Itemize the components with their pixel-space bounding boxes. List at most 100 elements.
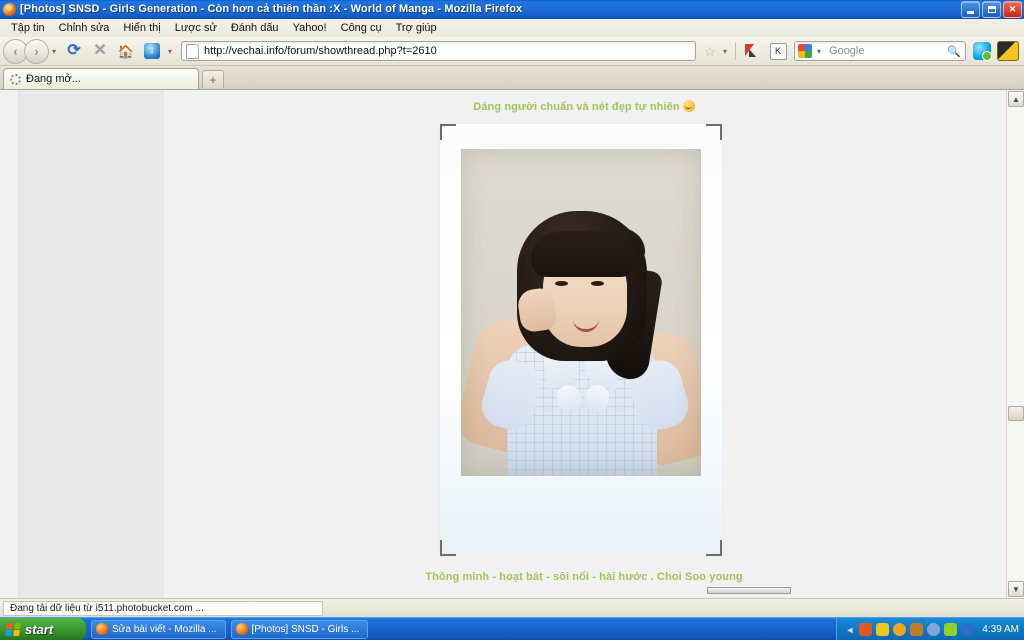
window-title: [Photos] SNSD - Girls Generation - Còn h… <box>20 3 523 15</box>
menu-item-bookmarks[interactable]: Đánh dấu <box>224 20 286 36</box>
tab-bar: Đang mở... + <box>0 66 1024 90</box>
scroll-down-button[interactable]: ▼ <box>1008 581 1024 597</box>
photo-corner-bottom-right-icon <box>706 540 722 556</box>
photo-hand <box>516 286 558 334</box>
new-tab-button[interactable]: + <box>202 70 224 88</box>
bookmark-star-button[interactable]: ☆ <box>700 45 720 58</box>
update-icon[interactable] <box>961 623 975 636</box>
caption-bottom: Thông minh - hoạt bát - sôi nổi - hài hư… <box>425 571 743 583</box>
search-icon[interactable]: 🔍 <box>947 45 961 58</box>
window-controls: ✕ <box>961 1 1022 18</box>
menu-item-edit[interactable]: Chỉnh sửa <box>52 20 117 36</box>
photo-corner-bottom-left-icon <box>440 540 456 556</box>
kaspersky-button[interactable]: K <box>766 39 790 63</box>
caption-top: Dáng người chuẩn và nét đẹp tự nhiên <box>164 100 1004 113</box>
k-icon: K <box>769 42 787 60</box>
download-manager-icon[interactable] <box>910 623 924 636</box>
scroll-up-button[interactable]: ▲ <box>1008 91 1024 107</box>
reload-icon: ⟳ <box>67 42 81 59</box>
skype-button[interactable] <box>970 39 994 63</box>
photo-corner-top-right-icon <box>706 124 722 140</box>
system-clock[interactable]: 4:39 AM <box>982 624 1019 635</box>
page-sidebar-block <box>18 90 165 598</box>
inner-horizontal-scrollbar[interactable] <box>707 587 791 594</box>
taskbar-window-1-label: Sửa bài viết - Mozilla ... <box>112 623 217 635</box>
firefox-icon <box>96 623 108 635</box>
menu-item-view[interactable]: Hiển thị <box>116 20 167 36</box>
vertical-scrollbar[interactable]: ▲ ▼ <box>1006 90 1024 598</box>
menu-item-help[interactable]: Trợ giúp <box>389 20 444 36</box>
status-text: Đang tải dữ liệu từ i511.photobucket.com… <box>3 600 323 616</box>
smiley-emoticon-icon <box>682 100 695 112</box>
star-icon: ☆ <box>704 43 716 59</box>
close-icon: ✕ <box>1008 4 1017 14</box>
extension-icon <box>997 41 1019 61</box>
caption-top-text: Dáng người chuẩn và nét đẹp tự nhiên <box>473 101 680 113</box>
star-dropdown-button[interactable]: ▾ <box>723 47 727 56</box>
windows-logo-icon <box>5 622 21 636</box>
taskbar: start Sửa bài viết - Mozilla ... [Photos… <box>0 617 1024 640</box>
taskbar-window-2[interactable]: [Photos] SNSD - Girls ... <box>230 619 369 639</box>
toolbar-separator <box>735 42 736 60</box>
search-engine-dropdown[interactable]: ▾ <box>817 47 821 56</box>
photo-bow <box>557 385 609 415</box>
firefox-icon <box>3 2 16 16</box>
minimize-button[interactable] <box>961 1 980 18</box>
forward-button[interactable]: › <box>24 38 49 64</box>
address-bar[interactable]: http://vechai.info/forum/showthread.php?… <box>181 41 696 61</box>
page-content-column: Dáng người chuẩn và nét đẹp tự nhiên Thô… <box>164 90 1004 598</box>
start-button[interactable]: start <box>0 617 86 640</box>
menu-item-tools[interactable]: Công cụ <box>334 20 389 36</box>
photo-image[interactable] <box>461 149 701 476</box>
chevron-right-icon: › <box>34 43 39 59</box>
search-bar[interactable]: ▾ Google 🔍 <box>794 41 966 61</box>
firefox-flag-icon <box>745 44 759 58</box>
window-titlebar: [Photos] SNSD - Girls Generation - Còn h… <box>0 0 1024 19</box>
page-favicon <box>186 43 200 59</box>
menu-item-file[interactable]: Tập tin <box>4 20 52 36</box>
antivirus-icon[interactable] <box>944 623 958 636</box>
desktop-root: [Photos] SNSD - Girls Generation - Còn h… <box>0 0 1024 640</box>
search-input[interactable]: Google <box>826 45 947 57</box>
extension-button[interactable] <box>996 39 1020 63</box>
skype-icon <box>973 42 992 61</box>
firefox-icon <box>235 623 248 635</box>
polaroid-frame <box>440 124 722 556</box>
menu-item-yahoo[interactable]: Yahoo! <box>286 20 334 36</box>
restore-button[interactable] <box>982 1 1001 18</box>
tab-active[interactable]: Đang mở... <box>3 68 199 89</box>
stop-icon: ✕ <box>93 42 107 59</box>
content-viewport: Dáng người chuẩn và nét đẹp tự nhiên Thô… <box>0 90 1024 598</box>
photo-fringe <box>531 231 637 277</box>
start-label: start <box>25 621 54 637</box>
taskbar-window-1[interactable]: Sửa bài viết - Mozilla ... <box>91 619 226 639</box>
smiley-icon[interactable] <box>893 623 907 636</box>
yahoo-icon[interactable] <box>876 623 890 636</box>
tray-expand-icon[interactable]: ◄ <box>845 625 854 635</box>
stop-button[interactable]: ✕ <box>88 39 112 63</box>
navigation-toolbar: ‹ › ▾ ⟳ ✕ 🏠 ↓ ▾ http://vechai.info/forum… <box>0 37 1024 66</box>
reload-button[interactable]: ⟳ <box>62 39 86 63</box>
minimize-icon <box>967 10 974 14</box>
history-dropdown-button[interactable]: ▾ <box>52 47 56 56</box>
home-icon: 🏠 <box>117 43 135 59</box>
menu-item-history[interactable]: Lược sử <box>168 20 224 36</box>
bookmark-dropdown-button[interactable]: ▾ <box>168 47 172 56</box>
home-button[interactable]: 🏠 <box>114 39 138 63</box>
clock-tool-icon[interactable] <box>927 623 941 636</box>
tab-label: Đang mở... <box>26 73 81 85</box>
menu-bar: Tập tin Chỉnh sửa Hiển thị Lược sử Đánh … <box>0 19 1024 37</box>
system-tray: ◄ 4:39 AM <box>836 618 1024 640</box>
url-text: http://vechai.info/forum/showthread.php?… <box>204 45 437 57</box>
scrollbar-thumb[interactable] <box>1008 406 1024 421</box>
photo-corner-top-left-icon <box>440 124 456 140</box>
taskbar-window-2-label: [Photos] SNSD - Girls ... <box>251 623 360 635</box>
loading-spinner-icon <box>10 73 21 85</box>
messenger-icon[interactable] <box>859 623 873 636</box>
firefox-tool-button[interactable] <box>740 39 764 63</box>
photo-eye-right <box>591 281 604 286</box>
download-icon: ↓ <box>144 43 161 59</box>
close-button[interactable]: ✕ <box>1003 1 1022 18</box>
status-bar: Đang tải dữ liệu từ i511.photobucket.com… <box>0 598 1024 617</box>
downloads-button[interactable]: ↓ <box>140 39 164 63</box>
